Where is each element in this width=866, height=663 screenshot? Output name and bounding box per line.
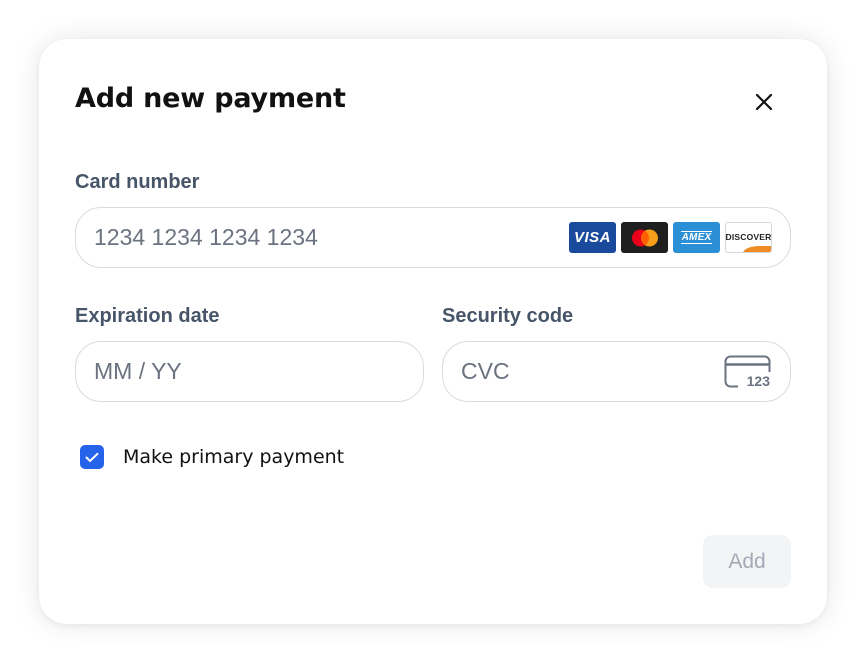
security-code-input[interactable] [461, 342, 701, 401]
add-button[interactable]: Add [703, 535, 791, 588]
primary-payment-label[interactable]: Make primary payment [123, 445, 344, 469]
discover-icon: DISCOVER [725, 222, 772, 253]
close-button[interactable] [750, 88, 778, 116]
card-brands: VISA AMEX DISCOVER [569, 222, 772, 253]
card-cvc-icon: 123 [724, 355, 772, 389]
card-number-label: Card number [75, 171, 200, 193]
add-payment-dialog: Add new payment Card number VISA AMEX [39, 39, 827, 624]
security-code-label: Security code [442, 305, 574, 327]
expiration-field[interactable] [75, 341, 424, 402]
security-code-field[interactable]: 123 [442, 341, 791, 402]
close-icon [755, 93, 773, 111]
expiration-input[interactable] [94, 342, 394, 401]
mastercard-icon [621, 222, 668, 253]
visa-icon: VISA [569, 222, 616, 253]
svg-text:123: 123 [747, 373, 771, 389]
primary-payment-checkbox[interactable] [80, 445, 104, 469]
expiration-label: Expiration date [75, 305, 220, 327]
checkmark-icon [85, 452, 99, 462]
amex-icon: AMEX [673, 222, 720, 253]
dialog-title: Add new payment [75, 83, 346, 114]
card-number-input[interactable] [94, 208, 554, 267]
card-number-field[interactable]: VISA AMEX DISCOVER [75, 207, 791, 268]
